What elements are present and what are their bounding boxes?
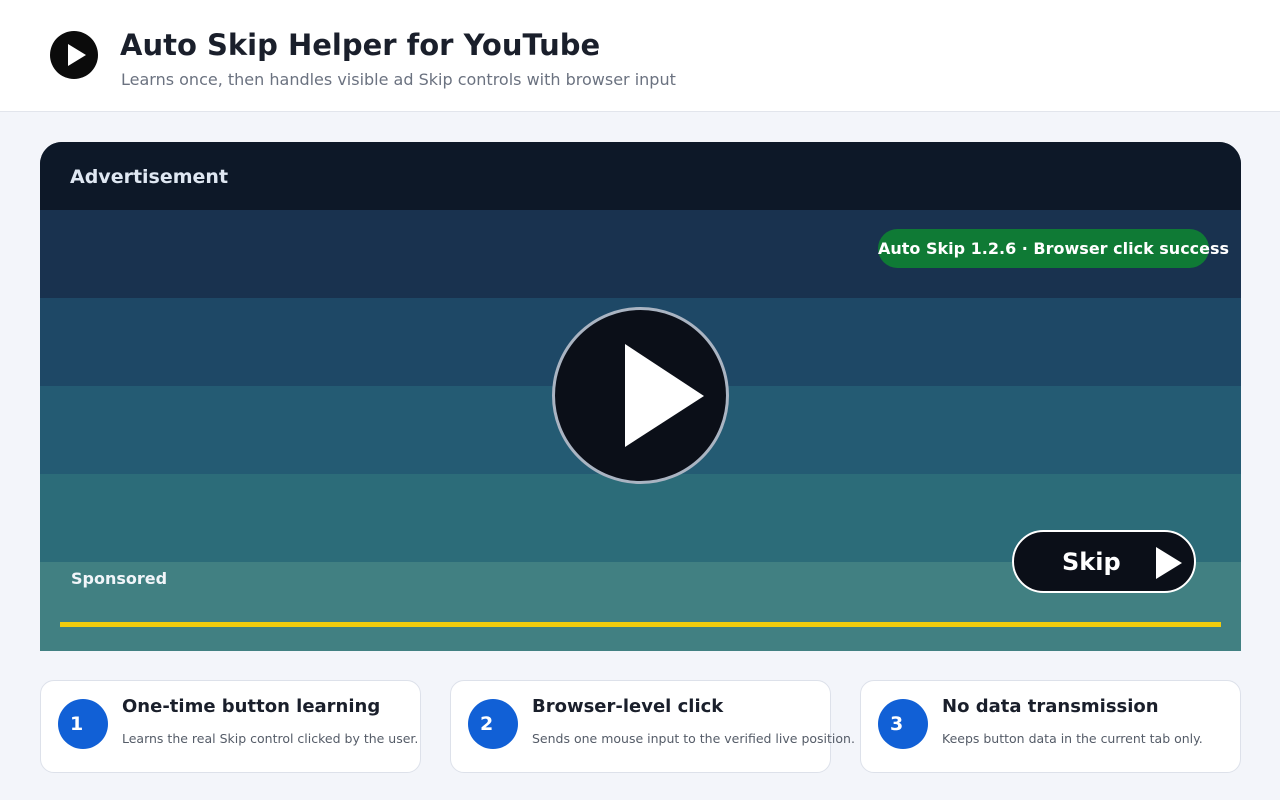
step-number-badge: 3: [878, 699, 928, 749]
feature-title: No data transmission: [942, 696, 1159, 717]
feature-card-button-learning: 1 One-time button learning Learns the re…: [40, 680, 421, 773]
advertisement-label: Advertisement: [70, 166, 229, 188]
feature-card-no-data-transmission: 3 No data transmission Keeps button data…: [860, 680, 1241, 773]
feature-title: Browser-level click: [532, 696, 724, 717]
status-badge: Auto Skip 1.2.6 · Browser click success: [878, 229, 1229, 268]
skip-icon: [1156, 547, 1182, 579]
feature-card-browser-click: 2 Browser-level click Sends one mouse in…: [450, 680, 855, 773]
step-number-badge: 1: [58, 699, 108, 749]
play-icon: [625, 344, 704, 447]
progress-fill: [60, 622, 1221, 627]
ad-header-bar: Advertisement: [40, 142, 1241, 210]
progress-bar[interactable]: [60, 622, 1221, 627]
play-button[interactable]: [552, 307, 729, 484]
step-number-badge: 2: [468, 699, 518, 749]
app-title: Auto Skip Helper for YouTube: [120, 28, 601, 62]
play-circle-icon: [50, 31, 98, 79]
feature-description: Learns the real Skip control clicked by …: [122, 731, 419, 746]
feature-description: Sends one mouse input to the verified li…: [532, 731, 855, 746]
feature-title: One-time button learning: [122, 696, 381, 717]
video-player[interactable]: Advertisement Auto Skip 1.2.6 · Browser …: [40, 142, 1241, 651]
app-subtitle: Learns once, then handles visible ad Ski…: [121, 70, 676, 89]
feature-description: Keeps button data in the current tab onl…: [942, 731, 1203, 746]
sponsored-label: Sponsored: [71, 569, 168, 588]
skip-button[interactable]: Skip: [1012, 530, 1196, 593]
skip-button-label: Skip: [1062, 548, 1121, 576]
app-header: Auto Skip Helper for YouTube Learns once…: [0, 0, 1280, 112]
